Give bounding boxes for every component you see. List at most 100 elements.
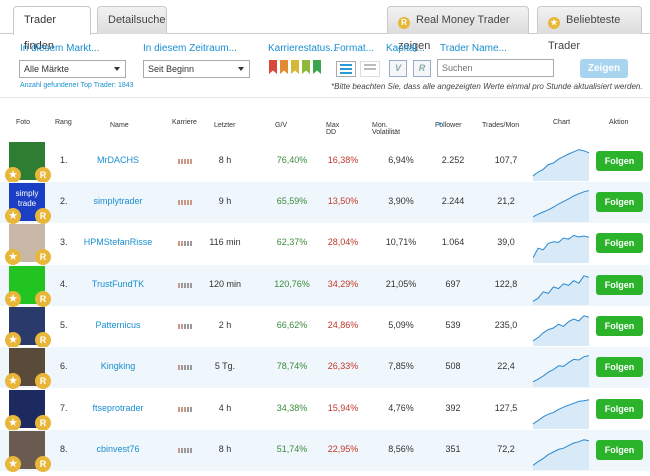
maxdd-value: 26,33% <box>327 361 359 371</box>
performance-sparkline[interactable] <box>533 349 589 387</box>
real-money-icon: R <box>35 332 51 348</box>
trader-name-link[interactable]: ftseprotrader <box>80 403 156 413</box>
flag-icon[interactable] <box>291 60 299 74</box>
trades-per-month: 39,0 <box>497 237 515 247</box>
performance-sparkline[interactable] <box>533 184 589 222</box>
gv-value: 65,59% <box>276 196 308 206</box>
last-trade: 9 h <box>218 196 232 206</box>
trader-name-link[interactable]: simplytrader <box>80 196 156 206</box>
grid-format-icon[interactable] <box>360 61 380 77</box>
trader-name-link[interactable]: HPMStefanRisse <box>80 237 156 247</box>
trader-photo[interactable]: ★ R <box>5 307 51 348</box>
sparkline-area <box>533 149 589 181</box>
performance-sparkline[interactable] <box>533 308 589 346</box>
volatility-value: 21,05% <box>385 279 417 289</box>
performance-sparkline[interactable] <box>533 391 589 429</box>
last-trade: 120 min <box>208 279 242 289</box>
performance-sparkline[interactable] <box>533 432 589 470</box>
performance-sparkline[interactable] <box>533 143 589 181</box>
trader-photo[interactable]: simply trade ★ R <box>5 183 51 224</box>
real-money-icon: R <box>35 208 51 224</box>
real-money-icon: R <box>35 456 51 472</box>
sort-icon: ⇕ <box>112 123 118 129</box>
performance-sparkline[interactable] <box>533 267 589 305</box>
sort-icon: ▼ <box>437 122 443 128</box>
flag-icon[interactable] <box>313 60 321 74</box>
trades-per-month: 22,4 <box>497 361 515 371</box>
performance-sparkline[interactable] <box>533 225 589 263</box>
maxdd-value: 15,94% <box>327 403 359 413</box>
flag-icon[interactable] <box>280 60 288 74</box>
star-icon: ★ <box>548 17 560 29</box>
folgen-button[interactable]: Folgen <box>596 192 643 212</box>
list-format-icon[interactable] <box>336 61 356 77</box>
sort-icon: ⇕ <box>484 123 490 129</box>
trader-photo[interactable]: ★ R <box>5 390 51 431</box>
career-indicator <box>178 159 194 164</box>
follower-count: 2.244 <box>441 196 465 206</box>
follower-count: 508 <box>445 361 461 371</box>
trader-photo[interactable]: ★ R <box>5 348 51 389</box>
gv-value: 76,40% <box>276 155 308 165</box>
gv-value: 51,74% <box>276 444 308 454</box>
trader-name-link[interactable]: Kingking <box>80 361 156 371</box>
folgen-button[interactable]: Folgen <box>596 399 643 419</box>
real-capital-icon[interactable]: R <box>413 60 431 77</box>
update-note: *Bitte beachten Sie, dass alle angezeigt… <box>331 82 643 91</box>
flag-icon[interactable] <box>269 60 277 74</box>
col-karriere: Karriere <box>172 119 197 126</box>
folgen-button[interactable]: Folgen <box>596 357 643 377</box>
col-rang[interactable]: Rang <box>55 119 72 126</box>
trader-name-link[interactable]: MrDACHS <box>80 155 156 165</box>
tab-real-money[interactable]: R Real Money Trader zeigen <box>387 6 529 52</box>
zeitraum-value: Seit Beginn <box>148 64 195 74</box>
sort-icon: ⇕ <box>328 123 334 129</box>
gv-value: 34,38% <box>276 403 308 413</box>
volatility-value: 7,85% <box>388 361 414 371</box>
trades-per-month: 107,7 <box>494 155 518 165</box>
virtual-capital-icon[interactable]: V <box>389 60 407 77</box>
folgen-button[interactable]: Folgen <box>596 440 643 460</box>
rank: 8. <box>60 444 68 454</box>
trader-name-link[interactable]: cbinvest76 <box>80 444 156 454</box>
sparkline-area <box>533 399 589 429</box>
trader-name-link[interactable]: TrustFundTK <box>80 279 156 289</box>
rank: 4. <box>60 279 68 289</box>
real-money-icon: R <box>35 167 51 183</box>
sparkline-area <box>533 190 589 222</box>
star-icon: ★ <box>5 332 21 348</box>
follower-count: 392 <box>445 403 461 413</box>
trader-photo[interactable]: ★ R <box>5 142 51 183</box>
rank: 7. <box>60 403 68 413</box>
folgen-button[interactable]: Folgen <box>596 151 643 171</box>
career-indicator <box>178 365 194 370</box>
col-chart: Chart <box>553 119 571 126</box>
table-row: ★ R 4. TrustFundTK 120 min 120,76% 34,29… <box>0 265 650 307</box>
rank: 5. <box>60 320 68 330</box>
trades-per-month: 127,5 <box>494 403 518 413</box>
tab-trader-finden[interactable]: Trader finden <box>13 6 91 52</box>
folgen-button[interactable]: Folgen <box>596 233 643 253</box>
trader-photo[interactable]: ★ R <box>5 431 51 472</box>
zeigen-button[interactable]: Zeigen <box>580 59 628 78</box>
volatility-value: 4,76% <box>388 403 414 413</box>
flag-icon[interactable] <box>302 60 310 74</box>
trades-per-month: 21,2 <box>497 196 515 206</box>
last-trade: 5 Tg. <box>214 361 236 371</box>
zeitraum-select[interactable]: Seit Beginn <box>143 60 250 78</box>
trader-photo[interactable]: ★ R <box>5 266 51 307</box>
volatility-value: 8,56% <box>388 444 414 454</box>
markt-select[interactable]: Alle Märkte <box>19 60 126 78</box>
search-input[interactable] <box>437 59 554 77</box>
tab-beliebteste[interactable]: ★ Beliebteste Trader <box>537 6 642 52</box>
trader-name-label: Trader Name... <box>440 43 507 54</box>
star-icon: ★ <box>5 415 21 431</box>
karriere-label: Karrierestatus... <box>268 43 339 54</box>
folgen-button[interactable]: Folgen <box>596 316 643 336</box>
col-aktion: Aktion <box>609 119 629 126</box>
real-money-icon: R <box>35 291 51 307</box>
tab-detailsuche[interactable]: Detailsuche <box>97 6 167 34</box>
folgen-button[interactable]: Folgen <box>596 275 643 295</box>
trader-name-link[interactable]: Patternicus <box>80 320 156 330</box>
trader-photo[interactable]: ★ R <box>5 224 51 265</box>
